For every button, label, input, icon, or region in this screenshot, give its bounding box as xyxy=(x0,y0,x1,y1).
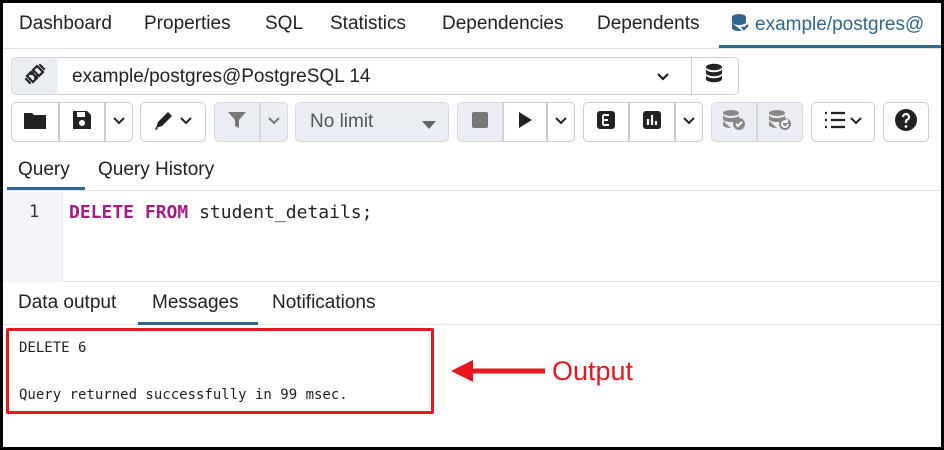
database-check-icon xyxy=(722,109,746,136)
explain-analyze-button[interactable] xyxy=(629,102,675,142)
tab-dashboard[interactable]: Dashboard xyxy=(19,13,112,35)
tab-dependents[interactable]: Dependents xyxy=(597,13,699,35)
macros-button[interactable] xyxy=(811,102,875,142)
pgadmin-window: Dashboard Properties SQL Statistics Depe… xyxy=(3,3,941,447)
output-tab-bar: Data output Messages Notifications xyxy=(3,283,941,325)
save-options-button[interactable] xyxy=(105,102,133,142)
tab-messages[interactable]: Messages xyxy=(152,292,239,314)
help-icon xyxy=(894,108,918,137)
explain-icon xyxy=(596,110,616,135)
tab-notifications[interactable]: Notifications xyxy=(272,292,376,314)
open-file-button[interactable] xyxy=(11,102,59,142)
bar-chart-icon xyxy=(642,110,662,135)
explain-button[interactable] xyxy=(583,102,629,142)
edit-button[interactable] xyxy=(140,102,206,142)
tab-sql[interactable]: SQL xyxy=(265,13,303,35)
new-connection-button[interactable] xyxy=(691,57,739,95)
stop-button[interactable] xyxy=(457,102,503,142)
save-file-button[interactable] xyxy=(59,102,105,142)
message-line: DELETE 6 xyxy=(19,340,87,356)
database-rollback-icon xyxy=(768,109,792,136)
line-gutter: 1 xyxy=(3,192,63,282)
database-icon xyxy=(731,13,749,39)
filter-button[interactable] xyxy=(214,102,260,142)
commit-button[interactable] xyxy=(711,102,757,142)
execute-options-button[interactable] xyxy=(547,102,575,142)
tab-properties[interactable]: Properties xyxy=(144,13,231,35)
connection-status-button[interactable] xyxy=(11,57,59,95)
active-output-tab-indicator xyxy=(138,322,258,325)
messages-panel: DELETE 6 Query returned successfully in … xyxy=(3,326,941,447)
annotation-label: Output xyxy=(552,356,634,386)
arrow-left-icon xyxy=(451,359,547,388)
keyword-delete: DELETE xyxy=(69,202,135,223)
play-icon xyxy=(517,111,533,134)
folder-icon xyxy=(23,110,47,135)
filter-options-button[interactable] xyxy=(260,102,288,142)
explain-options-button[interactable] xyxy=(675,102,703,142)
chevron-down-icon xyxy=(849,113,863,132)
chevron-down-icon xyxy=(655,68,671,90)
tab-statistics[interactable]: Statistics xyxy=(330,13,406,35)
tab-query-history[interactable]: Query History xyxy=(98,159,214,181)
query-tab-bar: Query Query History xyxy=(3,151,941,191)
row-limit-value: No limit xyxy=(310,111,374,132)
row-limit-select[interactable]: No limit xyxy=(295,102,449,142)
list-icon xyxy=(823,110,847,135)
chevron-down-icon xyxy=(112,113,126,132)
chevron-down-icon xyxy=(682,113,696,132)
keyword-from: FROM xyxy=(144,202,189,223)
sql-editor[interactable]: 1 DELETE FROM student_details; xyxy=(3,192,941,282)
database-add-icon xyxy=(704,62,726,91)
stop-icon xyxy=(471,111,489,134)
message-line: Query returned successfully in 99 msec. xyxy=(19,387,348,403)
tab-query-tool-label: example/postgres@ xyxy=(755,14,925,35)
active-tab-indicator xyxy=(719,45,941,48)
execute-button[interactable] xyxy=(503,102,547,142)
connection-select-value: example/postgres@PostgreSQL 14 xyxy=(72,66,371,87)
tab-dependencies[interactable]: Dependencies xyxy=(442,13,563,35)
chevron-down-icon xyxy=(554,113,568,132)
chevron-down-icon xyxy=(267,113,281,132)
rollback-button[interactable] xyxy=(757,102,803,142)
code-line[interactable]: DELETE FROM student_details; xyxy=(69,202,372,223)
pencil-icon xyxy=(153,109,175,136)
top-tab-bar: Dashboard Properties SQL Statistics Depe… xyxy=(3,3,941,49)
help-button[interactable] xyxy=(883,102,929,142)
line-number: 1 xyxy=(29,202,40,222)
tab-query-tool[interactable]: example/postgres@ xyxy=(731,13,924,39)
caret-down-icon xyxy=(422,118,436,136)
tab-data-output[interactable]: Data output xyxy=(18,292,116,314)
filter-icon xyxy=(227,110,247,135)
connection-select[interactable]: example/postgres@PostgreSQL 14 xyxy=(58,57,691,95)
chevron-down-icon xyxy=(179,113,193,132)
active-query-tab-indicator xyxy=(7,187,85,190)
plug-connected-icon xyxy=(23,62,47,91)
table-name: student_details; xyxy=(188,202,373,223)
save-icon xyxy=(71,109,93,136)
tab-query[interactable]: Query xyxy=(18,159,70,181)
